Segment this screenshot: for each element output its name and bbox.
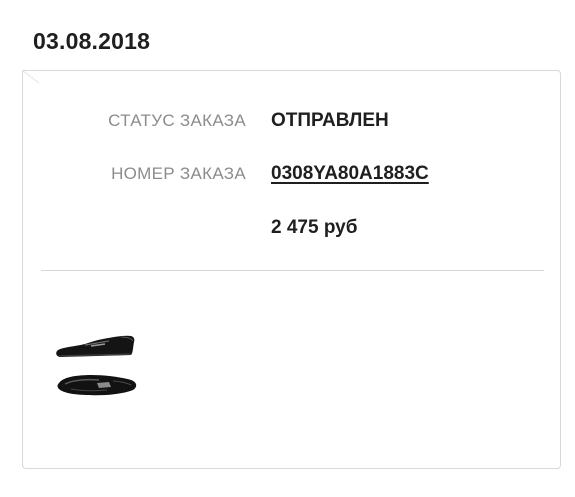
order-status-value: ОТПРАВЛЕН: [271, 110, 389, 131]
order-date: 03.08.2018: [33, 28, 151, 54]
order-card: СТАТУС ЗАКАЗА ОТПРАВЛЕН НОМЕР ЗАКАЗА 030…: [22, 70, 561, 469]
card-pointer-notch: [22, 70, 40, 96]
loafer-shoe-icon: [56, 335, 137, 396]
order-status-label: СТАТУС ЗАКАЗА: [108, 111, 246, 130]
order-number-row: НОМЕР ЗАКАЗА 0308YA80A1883C: [23, 159, 560, 189]
order-number-link[interactable]: 0308YA80A1883C: [271, 159, 429, 189]
product-thumbnail[interactable]: [51, 325, 141, 409]
order-status-row: СТАТУС ЗАКАЗА ОТПРАВЛЕН: [23, 106, 560, 136]
order-price-row: 2 475 руб: [23, 213, 560, 243]
card-divider: [41, 270, 544, 271]
order-number-label: НОМЕР ЗАКАЗА: [111, 164, 246, 183]
order-price: 2 475 руб: [271, 217, 358, 238]
